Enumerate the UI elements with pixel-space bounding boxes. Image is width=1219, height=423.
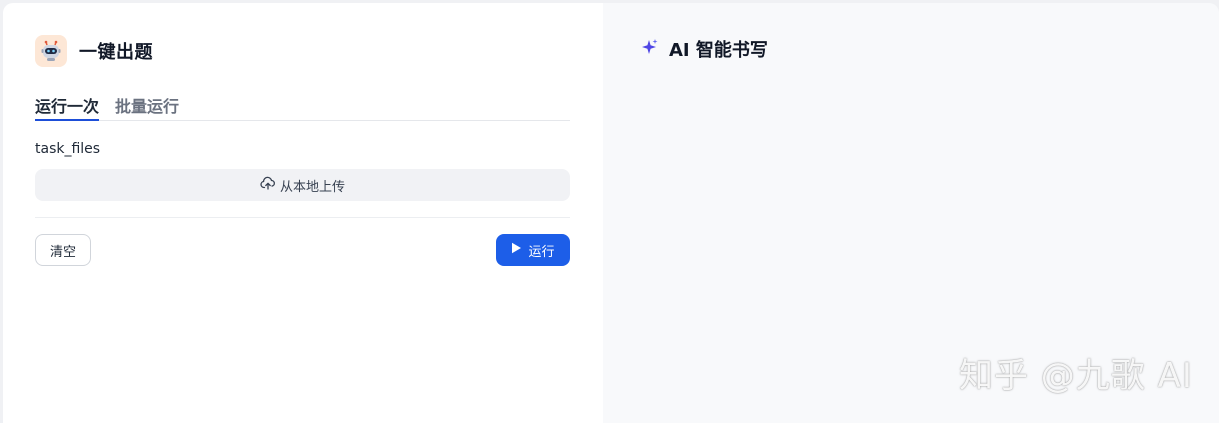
mode-tabs: 运行一次 批量运行 xyxy=(35,89,570,121)
app-header: 一键出题 xyxy=(35,33,153,69)
tab-batch-run[interactable]: 批量运行 xyxy=(115,89,179,120)
task-files-label: task_files xyxy=(35,141,101,157)
watermark: 知乎 @九歌 AI xyxy=(959,356,1193,396)
input-panel: 一键出题 运行一次 批量运行 task_files 从本地上传 清空 运行 xyxy=(3,3,603,423)
app-frame: 一键出题 运行一次 批量运行 task_files 从本地上传 清空 运行 AI… xyxy=(0,0,1219,423)
cloud-upload-icon xyxy=(260,175,280,195)
sparkle-icon xyxy=(641,38,669,60)
play-icon xyxy=(511,242,522,258)
upload-label: 从本地上传 xyxy=(279,179,345,195)
divider xyxy=(35,217,570,218)
output-title: AI 智能书写 xyxy=(669,40,768,61)
output-panel: AI 智能书写 知乎 @九歌 AI xyxy=(603,3,1219,423)
clear-button[interactable]: 清空 xyxy=(35,234,91,266)
robot-icon xyxy=(35,35,67,67)
app-title: 一键出题 xyxy=(79,42,153,63)
run-button[interactable]: 运行 xyxy=(496,234,570,266)
upload-button[interactable]: 从本地上传 xyxy=(35,169,570,201)
run-label: 运行 xyxy=(528,244,555,260)
output-header: AI 智能书写 xyxy=(641,36,768,62)
tab-run-once[interactable]: 运行一次 xyxy=(35,89,100,121)
